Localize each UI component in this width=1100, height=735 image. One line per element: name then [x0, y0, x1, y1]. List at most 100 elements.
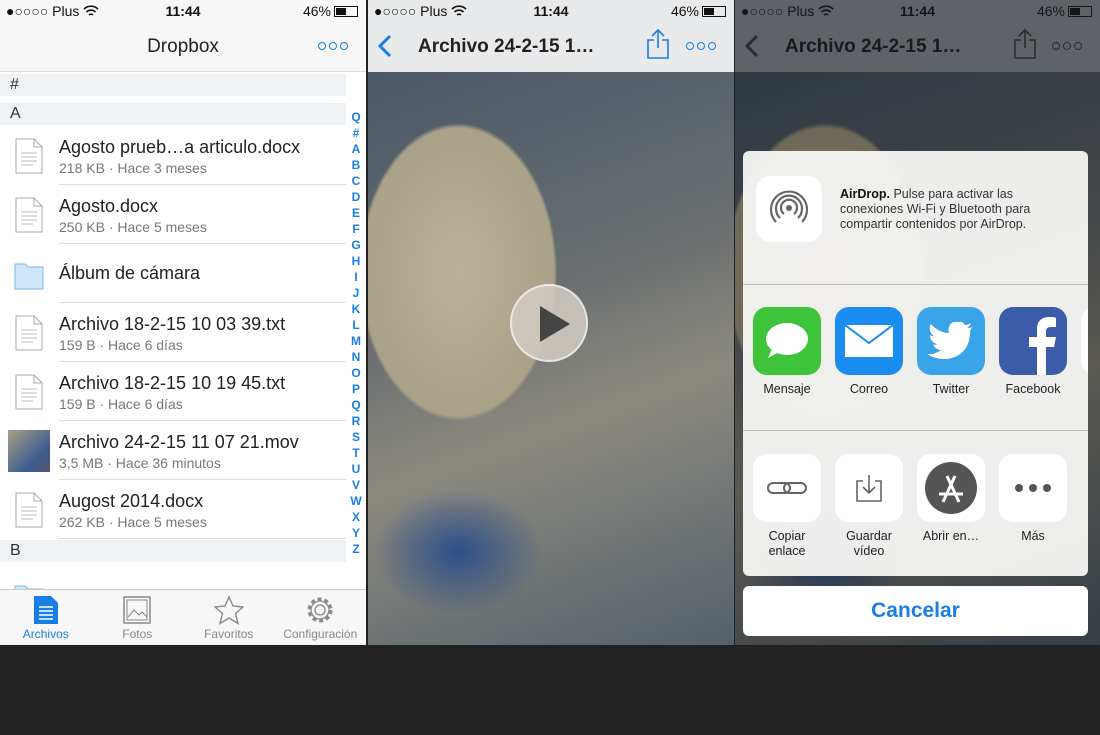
document-icon — [15, 197, 43, 233]
more-button[interactable] — [686, 42, 716, 50]
file-name: Agosto.docx — [59, 196, 159, 216]
index-letter[interactable]: O — [347, 365, 365, 381]
tab-configuracion[interactable]: Configuración — [275, 590, 367, 645]
page-title: Dropbox — [147, 36, 219, 57]
document-icon — [33, 596, 58, 624]
index-letter[interactable]: # — [347, 125, 365, 141]
index-letter[interactable]: R — [347, 413, 365, 429]
index-letter[interactable]: C — [347, 173, 365, 189]
index-letter[interactable]: J — [347, 285, 365, 301]
index-letter[interactable]: S — [347, 429, 365, 445]
index-letter[interactable]: Q — [347, 397, 365, 413]
section-index[interactable]: Q # A B C D E F G H I J K L M N O P Q R S T U V W X Y Z — [347, 109, 365, 557]
index-letter[interactable]: A — [347, 141, 365, 157]
files-screen: ●○○○○ Plus 11:44 46% Dropbox # A Agosto … — [0, 0, 366, 645]
index-letter[interactable]: K — [347, 301, 365, 317]
index-letter[interactable]: I — [347, 269, 365, 285]
cancel-button[interactable]: Cancelar — [743, 586, 1088, 636]
facebook-icon — [1029, 317, 1056, 375]
share-sheet: AirDrop. Pulse para activar las conexion… — [743, 151, 1088, 576]
share-app-correo[interactable]: Correo — [834, 307, 904, 417]
share-app-facebook[interactable]: Facebook — [998, 307, 1068, 417]
more-button[interactable] — [318, 42, 348, 50]
index-letter[interactable]: D — [347, 189, 365, 205]
video-thumbnail — [8, 430, 50, 472]
index-letter[interactable]: F — [347, 221, 365, 237]
airdrop-title: AirDrop. — [840, 187, 890, 201]
share-sheet-screen: ●○○○○ Plus 11:44 46% Archivo 24-2-15 1… … — [735, 0, 1100, 645]
share-action[interactable]: Copiar enlace — [752, 454, 822, 564]
status-bar: ●○○○○ Plus 11:44 46% — [0, 0, 366, 22]
list-item[interactable]: Augost 2014.docx 262 KB · Hace 5 meses — [0, 480, 346, 539]
action-row: Copiar enlace Guardar vídeo Abrir en… Más — [743, 431, 1088, 576]
search-index-icon[interactable]: Q — [347, 109, 365, 125]
share-app-in[interactable]: In — [1080, 307, 1088, 417]
list-item[interactable]: Agosto prueb…a articulo.docx 218 KB · Hac… — [0, 126, 346, 185]
index-letter[interactable]: M — [347, 333, 365, 349]
index-letter[interactable]: X — [347, 509, 365, 525]
index-letter[interactable]: Y — [347, 525, 365, 541]
index-letter[interactable]: E — [347, 205, 365, 221]
status-bar: ●○○○○ Plus 11:44 46% — [368, 0, 734, 22]
share-app-mensaje[interactable]: Mensaje — [752, 307, 822, 417]
document-icon — [15, 315, 43, 351]
index-letter[interactable]: B — [347, 157, 365, 173]
tab-favoritos[interactable]: Favoritos — [183, 590, 275, 645]
index-letter[interactable]: P — [347, 381, 365, 397]
index-letter[interactable]: G — [347, 237, 365, 253]
index-letter[interactable]: L — [347, 317, 365, 333]
file-meta: 218 KB · Hace 3 meses — [59, 160, 207, 176]
share-action[interactable]: Abrir en… — [916, 454, 986, 564]
list-item[interactable]: Archivo 18-2-15 10 19 45.txt 159 B · Hace… — [0, 362, 346, 421]
index-letter[interactable]: Z — [347, 541, 365, 557]
file-meta: 250 KB · Hace 5 meses — [59, 219, 207, 235]
list-item[interactable]: Archivo 18-2-15 10 03 39.txt 159 B · Hace… — [0, 303, 346, 362]
airdrop-section[interactable]: AirDrop. Pulse para activar las conexion… — [743, 151, 1088, 285]
file-name: Archivo 24-2-15 11 07 21.mov — [59, 432, 299, 452]
screenshot-row: ●○○○○ Plus 11:44 46% Dropbox # A Agosto … — [0, 0, 1100, 645]
back-chevron-icon[interactable] — [378, 34, 392, 58]
index-letter[interactable]: N — [347, 349, 365, 365]
message-icon — [766, 323, 808, 358]
file-name: Agosto prueb…a articulo.docx — [59, 137, 301, 157]
list-item[interactable]: Archivo 24-2-15 11 07 21.mov 3,5 MB · Hac… — [0, 421, 346, 480]
index-letter[interactable]: V — [347, 477, 365, 493]
photo-icon — [123, 596, 151, 624]
share-icon[interactable] — [646, 28, 670, 60]
nav-bar: Dropbox — [0, 22, 366, 72]
index-letter[interactable]: H — [347, 253, 365, 269]
document-icon — [15, 374, 43, 410]
divider — [59, 538, 346, 539]
more-dots-icon — [1015, 484, 1051, 492]
file-meta: 159 B · Hace 6 días — [59, 396, 183, 412]
file-name: Archivo 18-2-15 10 03 39.txt — [59, 314, 286, 334]
list-item[interactable]: Álbum de cámara — [0, 244, 346, 303]
section-header: A — [0, 103, 346, 125]
file-meta: 3,5 MB · Hace 36 minutos — [59, 455, 221, 471]
nav-bar: Archivo 24-2-15 1… — [368, 22, 734, 72]
airdrop-icon — [756, 176, 822, 242]
file-name: Álbum de cámara — [59, 263, 201, 283]
document-icon — [15, 492, 43, 528]
video-preview[interactable] — [368, 72, 734, 645]
share-action[interactable]: Guardar vídeo — [834, 454, 904, 564]
list-item[interactable] — [0, 563, 346, 590]
download-icon — [856, 475, 882, 502]
gear-icon — [307, 597, 333, 623]
file-name: Archivo 18-2-15 10 19 45.txt — [59, 373, 286, 393]
file-meta: 159 B · Hace 6 días — [59, 337, 183, 353]
play-button[interactable] — [510, 284, 588, 362]
section-header: # — [0, 74, 346, 96]
index-letter[interactable]: W — [347, 493, 365, 509]
battery-icon — [702, 6, 726, 17]
twitter-icon — [928, 322, 972, 359]
index-letter[interactable]: T — [347, 445, 365, 461]
section-header: B — [0, 540, 346, 562]
share-app-twitter[interactable]: Twitter — [916, 307, 986, 417]
tab-archivos[interactable]: Archivos — [0, 590, 92, 735]
page-title: Archivo 24-2-15 1… — [418, 36, 595, 57]
tab-fotos[interactable]: Fotos — [92, 590, 184, 645]
share-action[interactable]: Más — [998, 454, 1068, 564]
list-item[interactable]: Agosto.docx 250 KB · Hace 5 meses — [0, 185, 346, 244]
index-letter[interactable]: U — [347, 461, 365, 477]
